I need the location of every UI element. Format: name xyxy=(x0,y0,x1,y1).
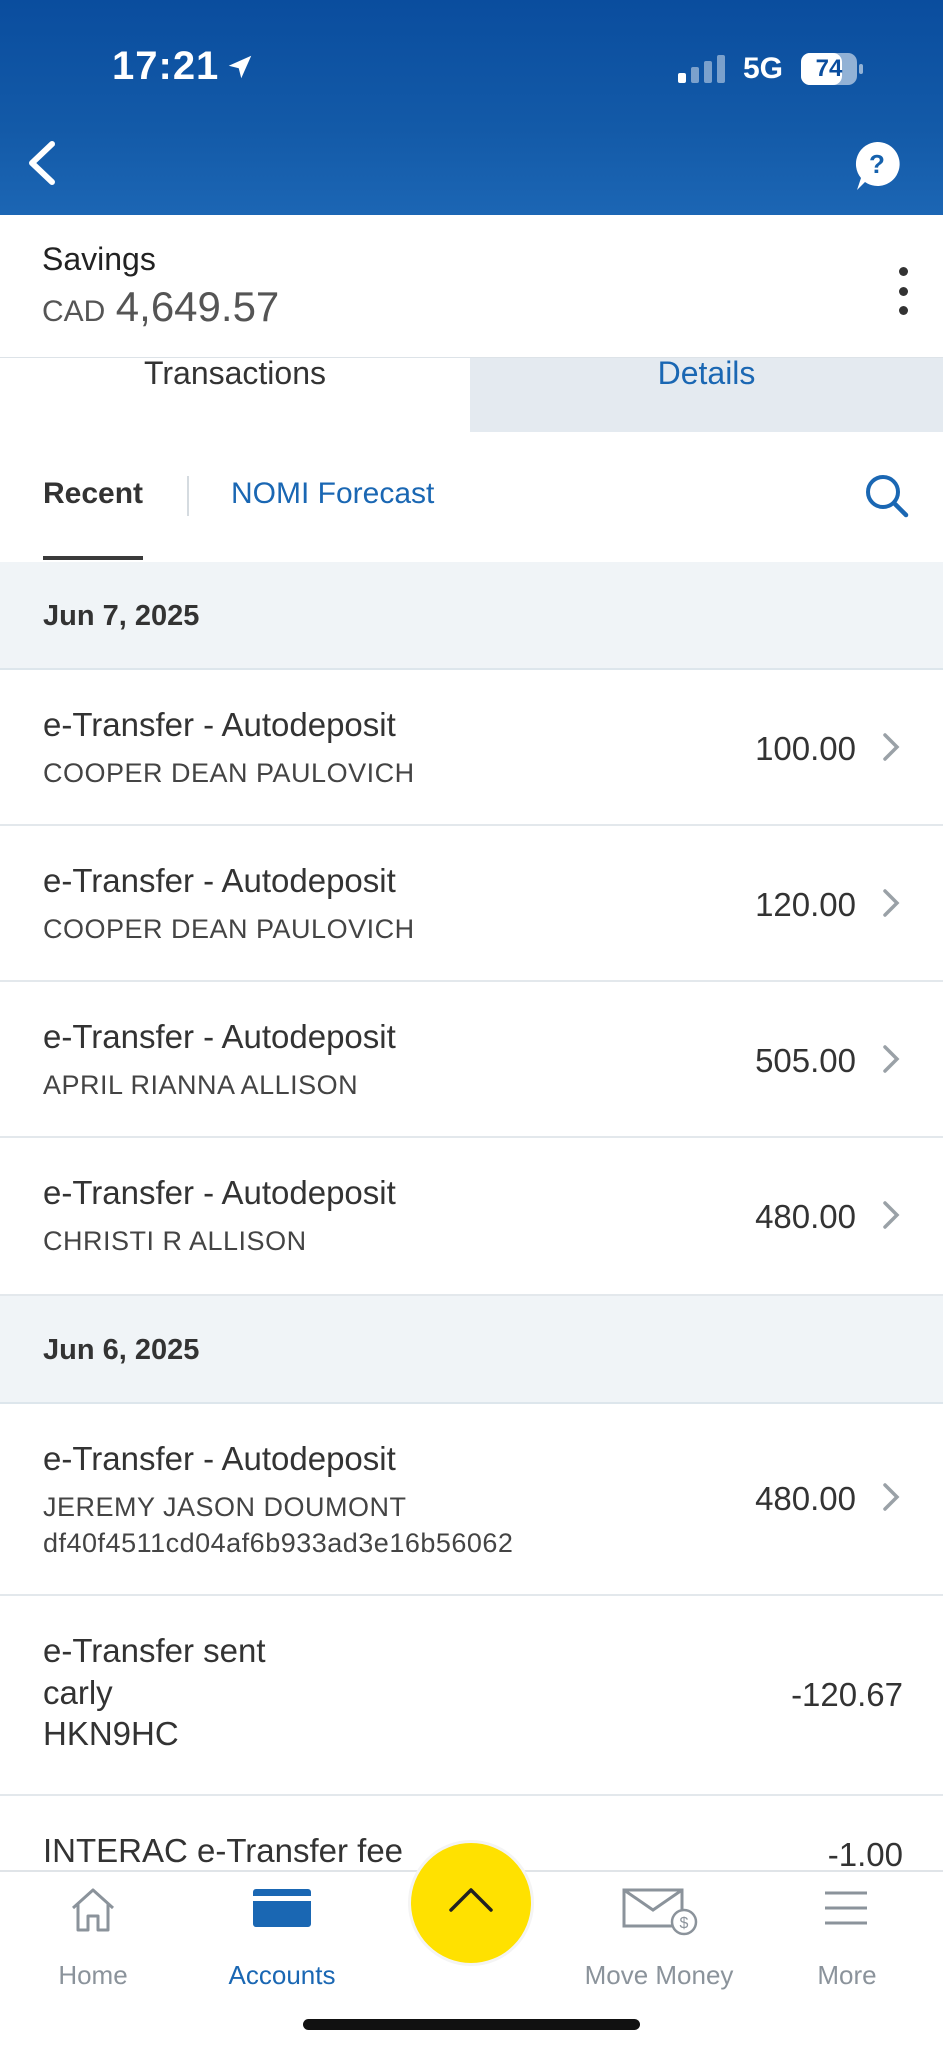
nav-label: Accounts xyxy=(228,1960,336,1990)
accounts-icon xyxy=(253,1889,311,1927)
transaction-row[interactable]: e-Transfer - Autodeposit APRIL RIANNA AL… xyxy=(0,982,943,1138)
svg-text:$: $ xyxy=(680,1915,689,1932)
more-options-button[interactable] xyxy=(893,267,913,315)
transaction-amount: -1.00 xyxy=(827,1836,903,1873)
network-type: 5G xyxy=(742,52,783,85)
subtab-recent[interactable]: Recent xyxy=(43,477,143,511)
transaction-row[interactable]: e-Transfer - Autodeposit COOPER DEAN PAU… xyxy=(0,670,943,826)
transaction-title: e-Transfer - Autodeposit xyxy=(43,862,396,899)
transaction-amount: 100.00 xyxy=(755,730,856,767)
nav-label: Move Money xyxy=(584,1960,734,1990)
tab-transactions[interactable]: Transactions xyxy=(0,358,470,433)
location-arrow-icon xyxy=(229,55,252,78)
date-header: Jun 7, 2025 xyxy=(0,562,943,670)
status-bar-indicators: 5G 74 xyxy=(677,52,863,86)
transaction-row[interactable]: e-Transfer - Autodeposit COOPER DEAN PAU… xyxy=(0,826,943,982)
signal-icon xyxy=(677,55,725,83)
help-button[interactable]: ? xyxy=(853,140,901,192)
transaction-title: e-Transfer - Autodeposit xyxy=(43,1018,396,1055)
transaction-reference: HKN9HC xyxy=(43,1715,179,1752)
transaction-detail: APRIL RIANNA ALLISON xyxy=(43,1070,359,1100)
transaction-detail: CHRISTI R ALLISON xyxy=(43,1226,307,1256)
transaction-title: e-Transfer - Autodeposit xyxy=(43,1440,396,1477)
menu-icon xyxy=(825,1891,867,1925)
chevron-right-icon xyxy=(883,889,900,917)
transaction-title: e-Transfer - Autodeposit xyxy=(43,1174,396,1211)
account-tabs: Transactions Details xyxy=(0,357,943,433)
quick-actions-button[interactable] xyxy=(408,1840,534,1966)
nav-label: More xyxy=(817,1960,877,1990)
transaction-amount: -120.67 xyxy=(791,1676,903,1713)
account-summary: Savings CAD 4,649.57 xyxy=(0,215,943,357)
transaction-title: e-Transfer sent xyxy=(43,1632,266,1669)
date-header: Jun 6, 2025 xyxy=(0,1296,943,1404)
transaction-amount: 120.00 xyxy=(755,886,856,923)
app-header: 17:21 5G 74 ? xyxy=(0,0,943,215)
divider xyxy=(187,476,189,516)
transaction-row[interactable]: e-Transfer - Autodeposit JEREMY JASON DO… xyxy=(0,1404,943,1596)
active-subtab-indicator xyxy=(43,556,143,560)
balance-amount: 4,649.57 xyxy=(115,283,280,330)
transaction-title: INTERAC e-Transfer fee xyxy=(43,1832,404,1869)
transaction-detail: COOPER DEAN PAULOVICH xyxy=(43,758,415,788)
transaction-filter-bar: Recent NOMI Forecast xyxy=(0,432,943,564)
transaction-reference: df40f4511cd04af6b933ad3e16b56062 xyxy=(43,1528,514,1558)
chevron-right-icon xyxy=(883,1045,900,1073)
home-indicator xyxy=(303,2019,640,2030)
transaction-recipient: carly xyxy=(43,1674,113,1711)
nav-label: Home xyxy=(58,1960,128,1990)
tab-details[interactable]: Details xyxy=(470,358,943,433)
transaction-amount: 480.00 xyxy=(755,1198,856,1235)
chevron-right-icon xyxy=(883,733,900,761)
balance-currency: CAD xyxy=(42,295,106,328)
search-icon[interactable] xyxy=(863,472,909,518)
transaction-detail: COOPER DEAN PAULOVICH xyxy=(43,914,415,944)
transaction-amount: 480.00 xyxy=(755,1480,856,1517)
svg-text:?: ? xyxy=(869,149,885,179)
battery-icon: 74 xyxy=(801,53,863,85)
account-name: Savings xyxy=(42,241,156,277)
battery-level: 74 xyxy=(815,55,843,82)
transaction-row[interactable]: e-Transfer - Autodeposit CHRISTI R ALLIS… xyxy=(0,1138,943,1296)
transaction-detail: JEREMY JASON DOUMONT xyxy=(43,1492,407,1522)
subtab-nomi-forecast[interactable]: NOMI Forecast xyxy=(231,477,434,511)
home-icon xyxy=(71,1888,115,1932)
chevron-right-icon xyxy=(883,1201,900,1229)
status-bar-time: 17:21 xyxy=(112,44,255,89)
transaction-amount: 505.00 xyxy=(755,1042,856,1079)
account-balance: CAD 4,649.57 xyxy=(42,283,279,331)
chevron-right-icon xyxy=(883,1483,900,1511)
transaction-row[interactable]: e-Transfer sent carly HKN9HC -120.67 xyxy=(0,1596,943,1796)
chevron-up-icon xyxy=(449,1888,493,1912)
transaction-title: e-Transfer - Autodeposit xyxy=(43,706,396,743)
move-money-icon: $ xyxy=(622,1888,698,1936)
back-button[interactable] xyxy=(22,138,62,188)
